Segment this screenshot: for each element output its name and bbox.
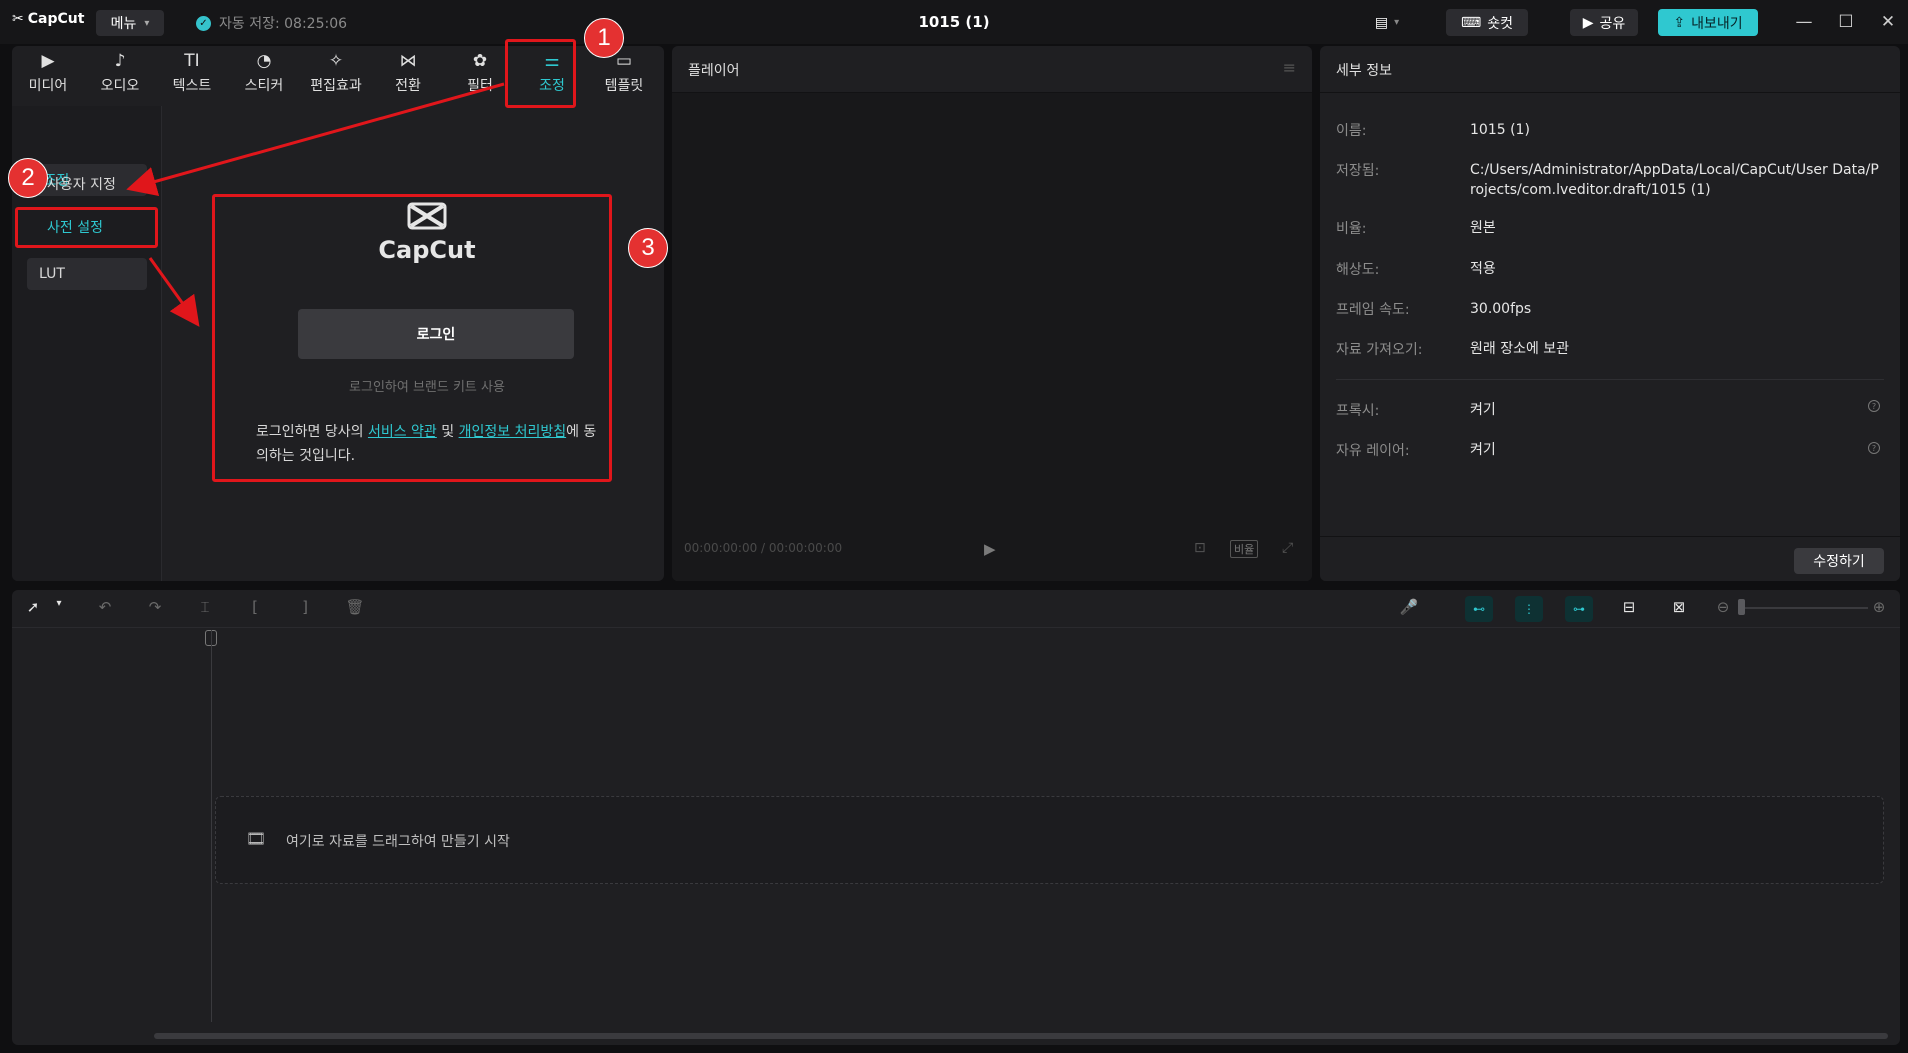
preview-axis-icon[interactable]: ⊟ xyxy=(1618,598,1640,616)
edit-button[interactable]: 수정하기 xyxy=(1794,548,1884,574)
upload-icon: ⇪ xyxy=(1673,14,1686,31)
keyboard-icon: ⌨ xyxy=(1461,14,1482,31)
layout-icon: ▤ xyxy=(1374,14,1389,31)
fullscreen-icon[interactable]: ⤢ xyxy=(1282,540,1293,556)
menu-icon[interactable]: ≡ xyxy=(1283,58,1296,77)
filter-icon: ✿ xyxy=(472,51,488,71)
tab-effects[interactable]: ✧ 편집효과 xyxy=(300,46,372,102)
tab-transition[interactable]: ⋈ 전환 xyxy=(372,46,444,102)
annotation-badge: 3 xyxy=(628,228,668,268)
detail-label: 이름: xyxy=(1336,123,1367,139)
detail-label: 자유 레이어: xyxy=(1336,443,1410,459)
dropzone-hint: 여기로 자료를 드래그하여 만들기 시작 xyxy=(286,834,510,850)
details-panel: 세부 정보 이름: 1015 (1) 저장됨: C:/Users/Adminis… xyxy=(1320,46,1900,581)
annotation-box-adjust-tab xyxy=(505,39,576,108)
player-title: 플레이어 xyxy=(688,63,740,79)
detail-value: 원본 xyxy=(1470,220,1496,236)
title-bar: ✂ CapCut 메뉴 ▾ ✓ 자동 저장: 08:25:06 1015 (1)… xyxy=(0,0,1908,44)
auto-snap-icon[interactable]: ⋮ xyxy=(1515,596,1543,622)
effects-icon: ✧ xyxy=(328,51,344,71)
redo-icon[interactable]: ↷ xyxy=(144,598,166,616)
detail-label: 저장됨: xyxy=(1336,163,1380,179)
capcut-logo-icon: ✂ xyxy=(12,11,24,27)
help-icon[interactable]: ? xyxy=(1868,442,1880,454)
tab-audio[interactable]: ♪ 오디오 xyxy=(84,46,156,102)
player-viewport xyxy=(672,93,1312,581)
annotation-badge: 1 xyxy=(584,18,624,58)
sticker-icon: ◔ xyxy=(256,51,272,71)
timeline-toolbar: ➚ ▾ ↶ ↷ ⌶ [ ] 🗑 🎤 ⊷ ⋮ ⊶ ⊟ ⊠ ⊖ ⊕ xyxy=(12,590,1900,628)
timeline-dropzone[interactable]: 🎞 여기로 자료를 드래그하여 만들기 시작 xyxy=(215,796,1884,884)
annotation-box-preset xyxy=(15,207,158,248)
zoom-fit-icon[interactable]: ⊠ xyxy=(1668,598,1690,616)
help-icon[interactable]: ? xyxy=(1868,400,1880,412)
layout-button[interactable]: ▤ ▾ xyxy=(1366,9,1408,36)
autosave-status: ✓ 자동 저장: 08:25:06 xyxy=(196,13,347,33)
check-icon: ✓ xyxy=(196,15,211,31)
minimize-icon[interactable]: — xyxy=(1794,12,1814,32)
detail-label: 프록시: xyxy=(1336,403,1380,419)
linkage-icon[interactable]: ⊶ xyxy=(1565,596,1593,622)
detail-label: 해상도: xyxy=(1336,262,1380,278)
detail-value: 1015 (1) xyxy=(1470,122,1530,138)
delete-icon[interactable]: 🗑 xyxy=(344,598,366,616)
microphone-icon[interactable]: 🎤 xyxy=(1398,598,1420,616)
play-icon[interactable]: ▶ xyxy=(984,540,996,558)
chevron-down-icon: ▾ xyxy=(1394,17,1400,28)
detail-label: 비율: xyxy=(1336,221,1367,237)
sidebar-item-lut[interactable]: LUT xyxy=(27,258,147,290)
fit-icon[interactable]: ⊡ xyxy=(1194,540,1206,556)
timecode: 00:00:00:00 / 00:00:00:00 xyxy=(684,541,843,555)
select-cursor-icon[interactable]: ➚ xyxy=(22,598,44,616)
divider xyxy=(1336,379,1884,380)
detail-label: 자료 가져오기: xyxy=(1336,342,1423,358)
tab-media[interactable]: ▶ 미디어 xyxy=(12,46,84,102)
playhead[interactable] xyxy=(211,630,212,1022)
details-title: 세부 정보 xyxy=(1336,63,1392,79)
divider xyxy=(1320,536,1900,537)
template-icon: ▭ xyxy=(615,51,633,71)
text-icon: TI xyxy=(184,51,200,71)
tab-text[interactable]: TI 텍스트 xyxy=(156,46,228,102)
detail-value: 적용 xyxy=(1470,261,1496,277)
app-logo: ✂ CapCut xyxy=(12,11,85,27)
detail-value: 30.00fps xyxy=(1470,301,1532,317)
undo-icon[interactable]: ↶ xyxy=(94,598,116,616)
zoom-in-icon[interactable]: ⊕ xyxy=(1868,598,1890,616)
chevron-down-icon: ▾ xyxy=(144,17,150,29)
detail-value: C:/Users/Administrator/AppData/Local/Cap… xyxy=(1470,162,1879,198)
timeline-panel: ➚ ▾ ↶ ↷ ⌶ [ ] 🗑 🎤 ⊷ ⋮ ⊶ ⊟ ⊠ ⊖ ⊕ 🎞 여기로 자료… xyxy=(12,590,1900,1045)
detail-value: 켜기 xyxy=(1470,402,1496,418)
annotation-box-login xyxy=(212,194,612,482)
ratio-button[interactable]: 비율 xyxy=(1230,540,1259,558)
menu-button[interactable]: 메뉴 ▾ xyxy=(96,10,164,36)
main-track-magnet-icon[interactable]: ⊷ xyxy=(1465,596,1493,622)
close-icon[interactable]: ✕ xyxy=(1878,12,1898,32)
chevron-down-icon[interactable]: ▾ xyxy=(48,598,70,609)
transition-icon: ⋈ xyxy=(399,51,417,71)
audio-icon: ♪ xyxy=(114,51,126,71)
player-panel: 플레이어 ≡ 00:00:00:00 / 00:00:00:00 ▶ ⊡ 비율 … xyxy=(672,46,1312,581)
shortcut-button[interactable]: ⌨ 숏컷 xyxy=(1446,9,1528,36)
trim-left-icon[interactable]: [ xyxy=(244,598,266,616)
film-icon: 🎞 xyxy=(246,829,267,848)
zoom-slider[interactable] xyxy=(1738,607,1868,609)
tab-sticker[interactable]: ◔ 스티커 xyxy=(228,46,300,102)
horizontal-scrollbar[interactable] xyxy=(154,1033,1888,1039)
annotation-badge: 2 xyxy=(8,158,48,198)
export-button[interactable]: ⇪ 내보내기 xyxy=(1658,9,1758,36)
detail-value: 원래 장소에 보관 xyxy=(1470,341,1570,357)
share-icon: ▶ xyxy=(1582,14,1594,31)
share-button[interactable]: ▶ 공유 xyxy=(1570,9,1638,36)
detail-label: 프레임 속도: xyxy=(1336,302,1410,318)
zoom-out-icon[interactable]: ⊖ xyxy=(1712,598,1734,616)
trim-right-icon[interactable]: ] xyxy=(294,598,316,616)
zoom-slider-handle[interactable] xyxy=(1738,599,1745,615)
split-icon[interactable]: ⌶ xyxy=(194,598,216,616)
detail-value: 켜기 xyxy=(1470,442,1496,458)
media-icon: ▶ xyxy=(41,51,55,71)
maximize-icon[interactable]: ☐ xyxy=(1836,12,1856,32)
